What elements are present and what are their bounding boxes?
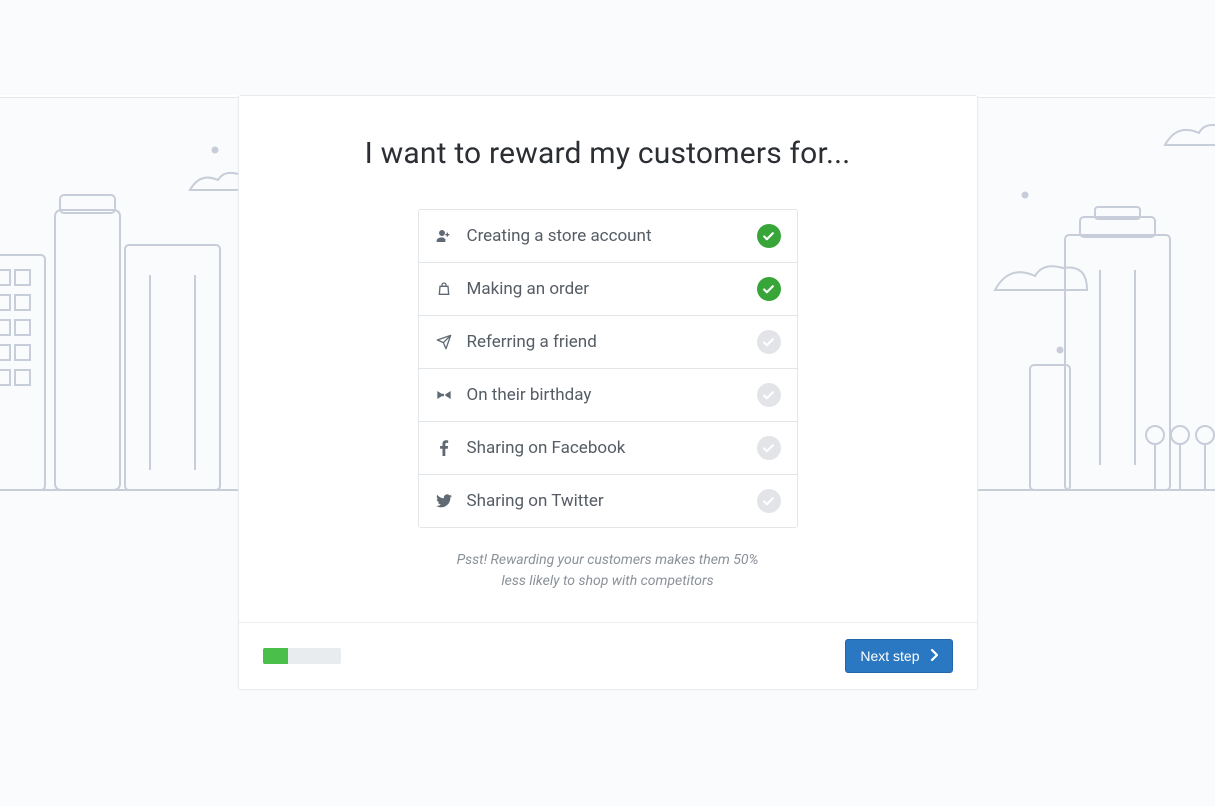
- hint-text: Psst! Rewarding your customers makes the…: [448, 550, 768, 592]
- check-icon: [757, 224, 781, 248]
- progress-fill: [263, 648, 289, 664]
- option-make-order[interactable]: Making an order: [419, 263, 797, 316]
- user-plus-icon: [435, 228, 453, 244]
- option-twitter[interactable]: Sharing on Twitter: [419, 475, 797, 527]
- option-refer-friend[interactable]: Referring a friend: [419, 316, 797, 369]
- option-facebook[interactable]: Sharing on Facebook: [419, 422, 797, 475]
- next-step-button[interactable]: Next step: [845, 639, 952, 673]
- check-icon: [757, 489, 781, 513]
- check-icon: [757, 383, 781, 407]
- check-icon: [757, 436, 781, 460]
- onboarding-card: I want to reward my customers for... Cre…: [238, 95, 978, 690]
- check-icon: [757, 330, 781, 354]
- bowtie-icon: [435, 389, 453, 401]
- option-label: Referring a friend: [467, 332, 743, 352]
- page-title: I want to reward my customers for...: [299, 136, 917, 171]
- send-icon: [435, 334, 453, 350]
- card-footer: Next step: [239, 622, 977, 689]
- bag-icon: [435, 281, 453, 297]
- reward-option-list: Creating a store account Making an order…: [418, 209, 798, 528]
- twitter-icon: [435, 494, 453, 508]
- facebook-icon: [435, 440, 453, 456]
- option-label: On their birthday: [467, 385, 743, 405]
- chevron-right-icon: [930, 648, 938, 664]
- option-label: Creating a store account: [467, 226, 743, 246]
- option-birthday[interactable]: On their birthday: [419, 369, 797, 422]
- option-label: Sharing on Twitter: [467, 491, 743, 511]
- option-label: Making an order: [467, 279, 743, 299]
- check-icon: [757, 277, 781, 301]
- progress-bar: [263, 648, 341, 664]
- next-step-label: Next step: [860, 648, 919, 664]
- option-label: Sharing on Facebook: [467, 438, 743, 458]
- option-create-account[interactable]: Creating a store account: [419, 210, 797, 263]
